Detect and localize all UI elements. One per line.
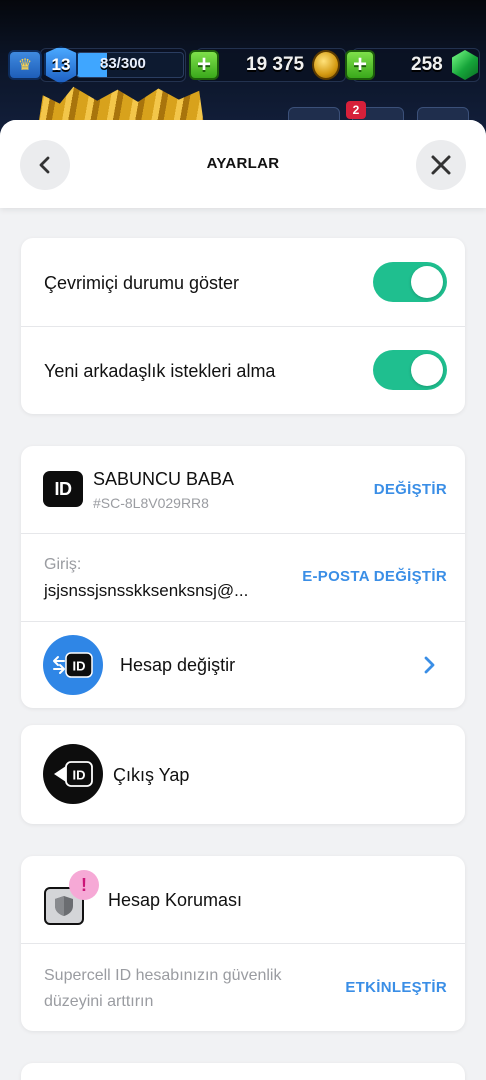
protection-description: Supercell ID hesabınızın güvenlik düzeyi… [44, 967, 282, 1010]
buy-gold-button[interactable]: + [189, 50, 219, 80]
login-email: jsjsnssjsnsskksenksnsj@... [44, 581, 249, 600]
chevron-right-icon [424, 656, 435, 674]
id-arrows-icon: ID [53, 652, 93, 678]
settings-sheet: AYARLAR Çevrimiçi durumu göster Yeni ark… [0, 120, 486, 1080]
king-icon[interactable]: ♛ [8, 50, 42, 80]
settings-header: AYARLAR [0, 120, 486, 208]
gold-amount: 19 375 [246, 54, 305, 75]
toggle-knob [411, 266, 443, 298]
shield-icon [55, 896, 73, 916]
friend-requests-toggle[interactable] [373, 350, 447, 390]
xp-text: 83/300 [100, 55, 146, 72]
player-name: SABUNCU BABA [93, 469, 235, 489]
gem-amount: 258 [411, 54, 443, 75]
supercell-id-icon: ID [43, 471, 83, 507]
game-hud: ♛ 13 83/300 + 19 375 + 258 2 [0, 0, 486, 140]
enable-protection-button[interactable]: ETKİNLEŞTİR [345, 979, 447, 996]
notification-badge: 2 [346, 101, 366, 119]
online-status-row: Çevrimiçi durumu göster [21, 238, 465, 326]
svg-text:ID: ID [73, 768, 86, 783]
friend-requests-label: Yeni arkadaşlık istekleri alma [44, 361, 276, 381]
warning-icon: ! [69, 870, 99, 900]
protection-title: Hesap Koruması [108, 890, 243, 910]
account-card: ID SABUNCU BABA #SC-8L8V029RR8 DEĞİŞTİR … [21, 446, 465, 708]
next-settings-card [21, 1063, 465, 1080]
close-icon [431, 155, 451, 175]
online-status-label: Çevrimiçi durumu göster [44, 273, 240, 293]
toggle-knob [411, 354, 443, 386]
logout-card[interactable]: ID Çıkış Yap [21, 725, 465, 824]
switch-account-icon: ID [43, 635, 103, 695]
logout-icon: ID [43, 744, 103, 804]
friend-requests-row: Yeni arkadaşlık istekleri alma [21, 326, 465, 414]
change-email-button[interactable]: E-POSTA DEĞİŞTİR [302, 568, 447, 585]
id-exit-icon: ID [54, 761, 93, 787]
player-row: ID SABUNCU BABA #SC-8L8V029RR8 DEĞİŞTİR [21, 446, 465, 533]
login-row: Giriş: jsjsnssjsnsskksenksnsj@... E-POST… [21, 533, 465, 621]
player-tag: #SC-8L8V029RR8 [93, 495, 209, 511]
switch-account-label: Hesap değiştir [120, 655, 236, 675]
page-title: AYARLAR [206, 155, 280, 172]
logout-label: Çıkış Yap [113, 765, 190, 785]
protection-description-row: Supercell ID hesabınızın güvenlik düzeyi… [21, 943, 465, 1031]
gold-coin-icon [312, 50, 340, 80]
switch-account-row[interactable]: ID Hesap değiştir [21, 621, 465, 708]
login-label: Giriş: [44, 556, 82, 573]
buy-gems-button[interactable]: + [345, 50, 375, 80]
account-protection-card: ! Hesap Koruması Supercell ID hesabınızı… [21, 856, 465, 1031]
social-settings-card: Çevrimiçi durumu göster Yeni arkadaşlık … [21, 238, 465, 414]
change-name-button[interactable]: DEĞİŞTİR [374, 481, 447, 498]
protection-title-row: ! Hesap Koruması [21, 856, 465, 943]
svg-text:ID: ID [73, 659, 86, 674]
online-status-toggle[interactable] [373, 262, 447, 302]
close-button[interactable] [416, 140, 466, 190]
